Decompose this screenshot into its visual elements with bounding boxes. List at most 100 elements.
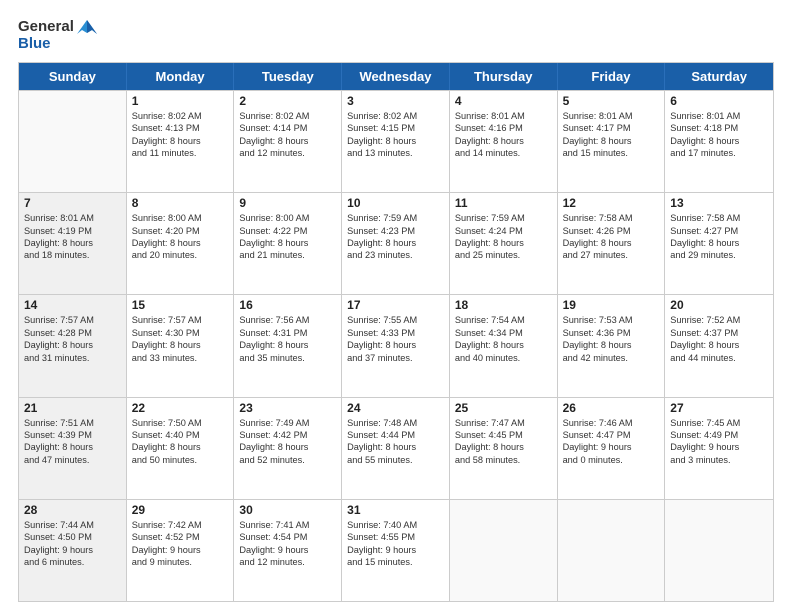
- day-number: 13: [670, 196, 768, 210]
- cell-info-line: Sunrise: 7:54 AM: [455, 314, 552, 326]
- calendar-cell: 25Sunrise: 7:47 AMSunset: 4:45 PMDayligh…: [450, 398, 558, 499]
- cell-info-line: Sunrise: 7:48 AM: [347, 417, 444, 429]
- day-number: 16: [239, 298, 336, 312]
- calendar-cell: 3Sunrise: 8:02 AMSunset: 4:15 PMDaylight…: [342, 91, 450, 192]
- day-number: 19: [563, 298, 660, 312]
- cell-info-line: Sunrise: 7:51 AM: [24, 417, 121, 429]
- cell-info-line: Sunset: 4:31 PM: [239, 327, 336, 339]
- calendar-cell: 10Sunrise: 7:59 AMSunset: 4:23 PMDayligh…: [342, 193, 450, 294]
- day-number: 15: [132, 298, 229, 312]
- cell-info-line: and 37 minutes.: [347, 352, 444, 364]
- cell-info-line: Sunset: 4:37 PM: [670, 327, 768, 339]
- header-day-wednesday: Wednesday: [342, 63, 450, 90]
- calendar-cell: [450, 500, 558, 601]
- day-number: 25: [455, 401, 552, 415]
- calendar-cell: 20Sunrise: 7:52 AMSunset: 4:37 PMDayligh…: [665, 295, 773, 396]
- calendar-cell: 8Sunrise: 8:00 AMSunset: 4:20 PMDaylight…: [127, 193, 235, 294]
- cell-info-line: Sunrise: 8:00 AM: [239, 212, 336, 224]
- cell-info-line: Daylight: 8 hours: [563, 237, 660, 249]
- day-number: 18: [455, 298, 552, 312]
- calendar-cell: 17Sunrise: 7:55 AMSunset: 4:33 PMDayligh…: [342, 295, 450, 396]
- cell-info-line: Sunset: 4:42 PM: [239, 429, 336, 441]
- cell-info-line: Daylight: 8 hours: [347, 237, 444, 249]
- cell-info-line: Daylight: 9 hours: [239, 544, 336, 556]
- calendar-header: SundayMondayTuesdayWednesdayThursdayFrid…: [19, 63, 773, 90]
- cell-info-line: Sunset: 4:55 PM: [347, 531, 444, 543]
- cell-info-line: and 12 minutes.: [239, 147, 336, 159]
- calendar-cell: 12Sunrise: 7:58 AMSunset: 4:26 PMDayligh…: [558, 193, 666, 294]
- cell-info-line: Sunrise: 7:55 AM: [347, 314, 444, 326]
- cell-info-line: Daylight: 8 hours: [563, 135, 660, 147]
- cell-info-line: and 23 minutes.: [347, 249, 444, 261]
- calendar-cell: 29Sunrise: 7:42 AMSunset: 4:52 PMDayligh…: [127, 500, 235, 601]
- cell-info-line: Sunset: 4:52 PM: [132, 531, 229, 543]
- cell-info-line: Sunrise: 8:02 AM: [347, 110, 444, 122]
- day-number: 3: [347, 94, 444, 108]
- cell-info-line: and 55 minutes.: [347, 454, 444, 466]
- day-number: 17: [347, 298, 444, 312]
- calendar-cell: 2Sunrise: 8:02 AMSunset: 4:14 PMDaylight…: [234, 91, 342, 192]
- calendar-cell: 1Sunrise: 8:02 AMSunset: 4:13 PMDaylight…: [127, 91, 235, 192]
- cell-info-line: and 6 minutes.: [24, 556, 121, 568]
- cell-info-line: Sunset: 4:49 PM: [670, 429, 768, 441]
- day-number: 6: [670, 94, 768, 108]
- header-day-monday: Monday: [127, 63, 235, 90]
- cell-info-line: Sunrise: 7:46 AM: [563, 417, 660, 429]
- cell-info-line: and 18 minutes.: [24, 249, 121, 261]
- cell-info-line: Sunrise: 7:59 AM: [455, 212, 552, 224]
- calendar-cell: 11Sunrise: 7:59 AMSunset: 4:24 PMDayligh…: [450, 193, 558, 294]
- cell-info-line: and 47 minutes.: [24, 454, 121, 466]
- cell-info-line: Daylight: 8 hours: [132, 135, 229, 147]
- calendar-cell: [558, 500, 666, 601]
- cell-info-line: and 25 minutes.: [455, 249, 552, 261]
- cell-info-line: Daylight: 8 hours: [239, 135, 336, 147]
- cell-info-line: Sunrise: 7:52 AM: [670, 314, 768, 326]
- calendar-cell: 13Sunrise: 7:58 AMSunset: 4:27 PMDayligh…: [665, 193, 773, 294]
- cell-info-line: Sunrise: 7:44 AM: [24, 519, 121, 531]
- cell-info-line: Daylight: 8 hours: [455, 441, 552, 453]
- cell-info-line: Sunset: 4:30 PM: [132, 327, 229, 339]
- cell-info-line: Daylight: 8 hours: [132, 339, 229, 351]
- cell-info-line: Daylight: 8 hours: [455, 135, 552, 147]
- day-number: 21: [24, 401, 121, 415]
- logo-line2: Blue: [18, 35, 51, 52]
- cell-info-line: Sunset: 4:33 PM: [347, 327, 444, 339]
- cell-info-line: Sunrise: 7:56 AM: [239, 314, 336, 326]
- day-number: 4: [455, 94, 552, 108]
- cell-info-line: Sunset: 4:19 PM: [24, 225, 121, 237]
- calendar-cell: 22Sunrise: 7:50 AMSunset: 4:40 PMDayligh…: [127, 398, 235, 499]
- cell-info-line: and 40 minutes.: [455, 352, 552, 364]
- cell-info-line: Sunset: 4:22 PM: [239, 225, 336, 237]
- calendar-cell: 21Sunrise: 7:51 AMSunset: 4:39 PMDayligh…: [19, 398, 127, 499]
- cell-info-line: Sunrise: 8:02 AM: [239, 110, 336, 122]
- cell-info-line: and 42 minutes.: [563, 352, 660, 364]
- cell-info-line: Sunset: 4:50 PM: [24, 531, 121, 543]
- calendar-cell: [19, 91, 127, 192]
- cell-info-line: Sunrise: 7:53 AM: [563, 314, 660, 326]
- cell-info-line: Sunset: 4:28 PM: [24, 327, 121, 339]
- cell-info-line: and 0 minutes.: [563, 454, 660, 466]
- cell-info-line: and 20 minutes.: [132, 249, 229, 261]
- cell-info-line: Sunrise: 8:01 AM: [670, 110, 768, 122]
- calendar-row-3: 21Sunrise: 7:51 AMSunset: 4:39 PMDayligh…: [19, 397, 773, 499]
- cell-info-line: Daylight: 8 hours: [24, 441, 121, 453]
- cell-info-line: Sunset: 4:24 PM: [455, 225, 552, 237]
- logo: General Blue: [18, 18, 97, 52]
- cell-info-line: Sunrise: 7:57 AM: [132, 314, 229, 326]
- day-number: 27: [670, 401, 768, 415]
- cell-info-line: and 58 minutes.: [455, 454, 552, 466]
- cell-info-line: Daylight: 8 hours: [239, 339, 336, 351]
- header-day-tuesday: Tuesday: [234, 63, 342, 90]
- cell-info-line: Sunrise: 7:59 AM: [347, 212, 444, 224]
- cell-info-line: Sunrise: 7:47 AM: [455, 417, 552, 429]
- calendar-row-1: 7Sunrise: 8:01 AMSunset: 4:19 PMDaylight…: [19, 192, 773, 294]
- cell-info-line: Sunset: 4:27 PM: [670, 225, 768, 237]
- cell-info-line: and 3 minutes.: [670, 454, 768, 466]
- day-number: 10: [347, 196, 444, 210]
- day-number: 1: [132, 94, 229, 108]
- header-day-saturday: Saturday: [665, 63, 773, 90]
- cell-info-line: and 27 minutes.: [563, 249, 660, 261]
- calendar-cell: 26Sunrise: 7:46 AMSunset: 4:47 PMDayligh…: [558, 398, 666, 499]
- cell-info-line: Daylight: 8 hours: [132, 237, 229, 249]
- cell-info-line: Sunrise: 7:57 AM: [24, 314, 121, 326]
